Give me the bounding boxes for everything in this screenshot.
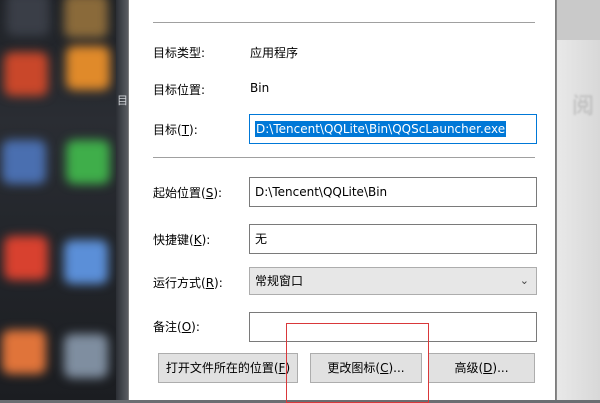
background-window: 阅: [556, 0, 600, 400]
open-file-location-button[interactable]: 打开文件所在的位置(F): [158, 353, 298, 383]
background-window-border: [556, 0, 557, 400]
start-in-field[interactable]: D:\Tencent\QQLite\Bin: [249, 177, 537, 207]
target-type-label: 目标类型:: [153, 46, 206, 60]
target-field[interactable]: D:\Tencent\QQLite\Bin\QQScLauncher.exe: [249, 114, 537, 144]
advanced-button[interactable]: 高级(D)...: [428, 353, 535, 383]
separator: [153, 157, 535, 158]
desktop-app-icon: [2, 330, 46, 374]
target-type-value: 应用程序: [250, 46, 299, 60]
desktop-app-icon: [64, 334, 108, 378]
run-select[interactable]: 常规窗口 ⌄: [249, 267, 537, 295]
desktop-app-icon: [64, 240, 108, 284]
comment-field[interactable]: [249, 312, 537, 342]
run-label: 运行方式(R):: [153, 276, 223, 290]
run-select-value: 常规窗口: [255, 274, 304, 288]
desktop-app-icon: [64, 0, 108, 38]
target-field-value: D:\Tencent\QQLite\Bin\QQScLauncher.exe: [255, 121, 507, 137]
background-window-titlebar: [556, 0, 600, 40]
desktop-app-icon: [2, 140, 46, 184]
target-location-value: Bin: [250, 81, 270, 95]
comment-label: 备注(O):: [153, 320, 200, 334]
desktop-app-icon: [66, 140, 110, 184]
separator: [153, 22, 535, 23]
background-text-fragment: 阅: [572, 94, 595, 119]
background-text-fragment: 目: [117, 94, 128, 107]
window-edge: [116, 0, 128, 400]
shortcut-key-field[interactable]: 无: [249, 224, 537, 254]
shortcut-key-label: 快捷键(K):: [153, 233, 211, 247]
start-in-label: 起始位置(S):: [153, 186, 223, 200]
shortcut-properties-dialog: 目标类型: 应用程序 目标位置: Bin 目标(T): D:\Tencent\Q…: [128, 0, 556, 400]
target-label: 目标(T):: [153, 123, 198, 137]
desktop-background: 目: [0, 0, 128, 400]
desktop-app-icon: [4, 52, 48, 96]
desktop-app-icon: [6, 0, 50, 36]
target-location-label: 目标位置:: [153, 83, 206, 97]
change-icon-button[interactable]: 更改图标(C)...: [310, 353, 422, 383]
desktop-app-icon: [4, 236, 48, 280]
desktop-app-icon: [66, 46, 110, 90]
chevron-down-icon: ⌄: [519, 274, 529, 287]
